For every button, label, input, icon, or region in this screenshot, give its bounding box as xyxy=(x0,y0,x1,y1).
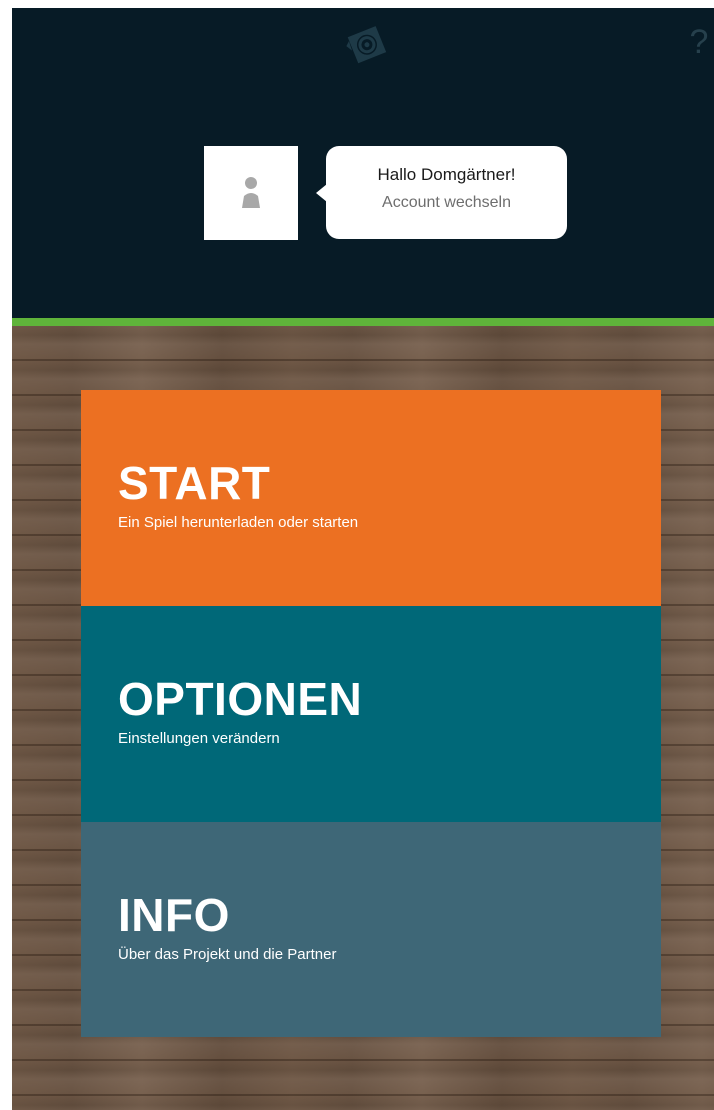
info-title: INFO xyxy=(118,889,230,941)
options-title: OPTIONEN xyxy=(118,673,363,725)
start-title: START xyxy=(118,457,271,509)
app-screen: ? Hallo Domgärtner! Account wechseln STA… xyxy=(12,8,714,1110)
header: ? Hallo Domgärtner! Account wechseln xyxy=(12,8,714,318)
greeting-bubble: Hallo Domgärtner! Account wechseln xyxy=(316,146,567,239)
info-subtitle: Über das Projekt und die Partner xyxy=(118,946,337,963)
start-tile[interactable]: START Ein Spiel herunterladen oder start… xyxy=(81,390,661,606)
start-subtitle: Ein Spiel herunterladen oder starten xyxy=(118,514,359,531)
switch-account-link[interactable]: Account wechseln xyxy=(326,194,567,212)
user-icon xyxy=(242,177,260,208)
avatar-button[interactable] xyxy=(204,146,298,240)
greeting-text: Hallo Domgärtner! xyxy=(377,165,516,184)
options-tile[interactable]: OPTIONEN Einstellungen verändern xyxy=(81,606,661,822)
options-subtitle: Einstellungen verändern xyxy=(118,730,280,747)
game-logo-icon xyxy=(341,20,391,70)
accent-divider xyxy=(12,318,714,326)
help-icon[interactable]: ? xyxy=(684,22,714,62)
info-tile[interactable]: INFO Über das Projekt und die Partner xyxy=(81,822,661,1037)
main-menu: START Ein Spiel herunterladen oder start… xyxy=(81,390,661,1037)
